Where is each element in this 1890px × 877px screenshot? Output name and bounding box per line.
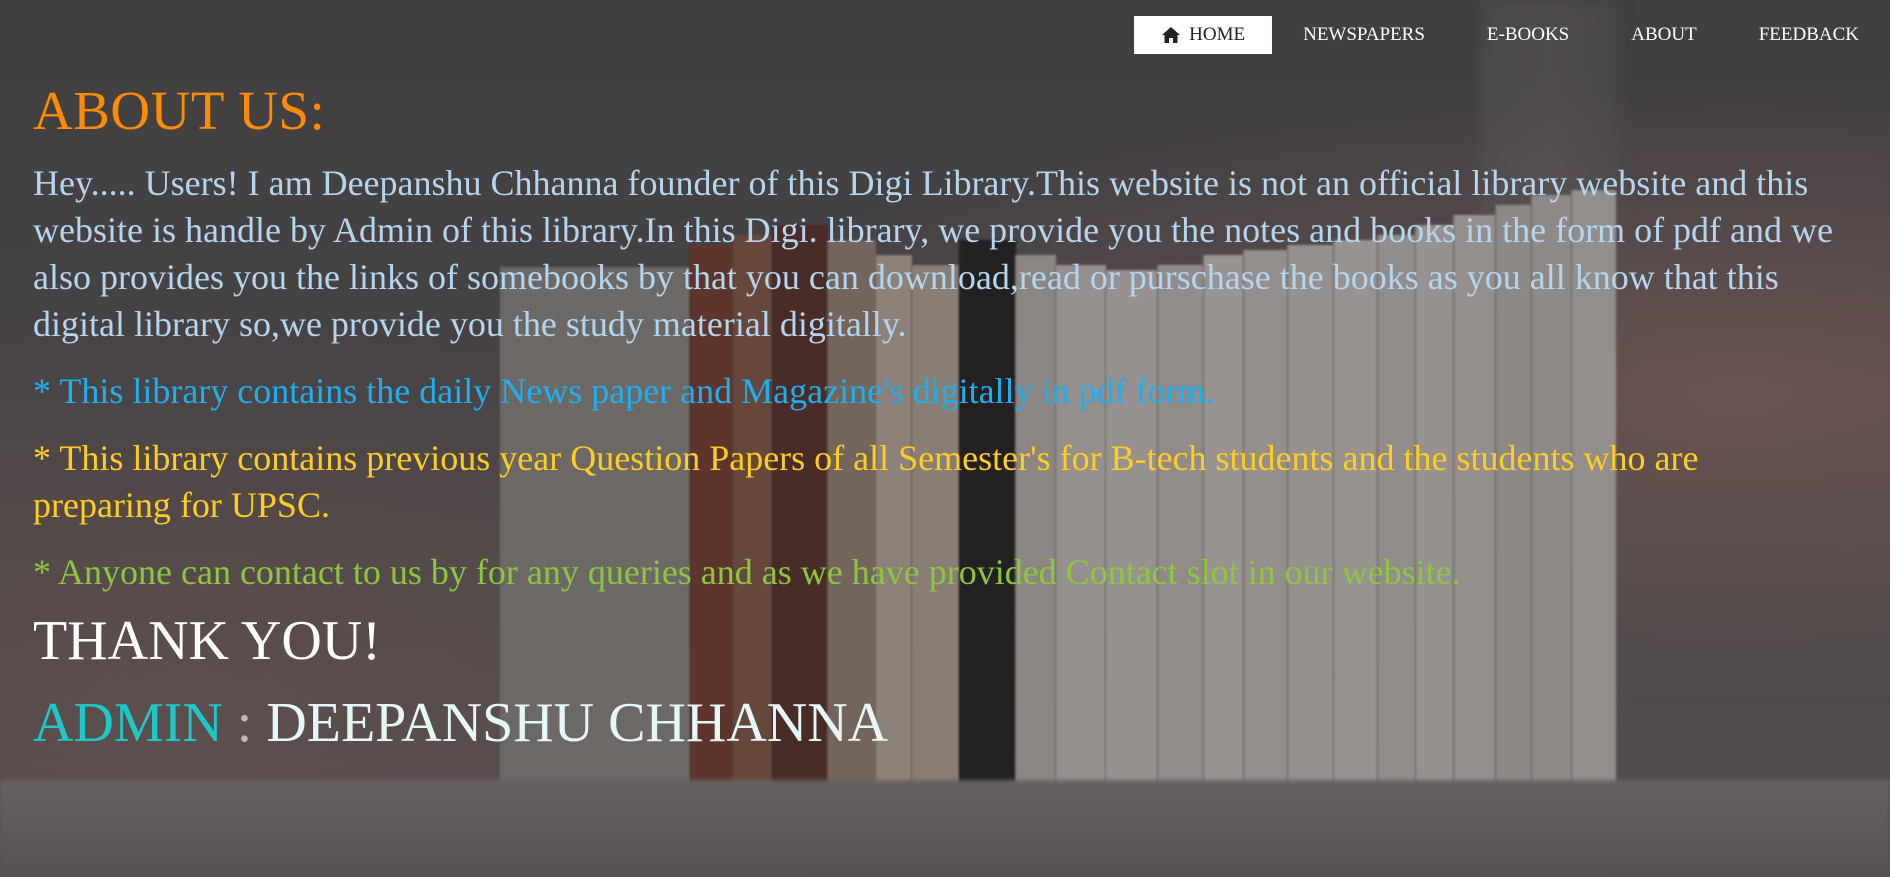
- top-navigation: HOME NEWSPAPERS E-BOOKS ABOUT FEEDBACK: [1134, 16, 1890, 54]
- admin-label: ADMIN: [33, 692, 223, 754]
- nav-feedback-link[interactable]: FEEDBACK: [1728, 16, 1890, 54]
- admin-credit: ADMIN : DEEPANSHU CHHANNA: [33, 690, 1833, 757]
- question-papers-point: * This library contains previous year Qu…: [33, 438, 1699, 525]
- admin-separator: :: [236, 692, 253, 754]
- nav-about-link[interactable]: ABOUT: [1600, 16, 1727, 54]
- nav-home-label: HOME: [1189, 24, 1246, 45]
- home-icon: [1162, 27, 1181, 43]
- nav-ebooks-link[interactable]: E-BOOKS: [1456, 16, 1600, 54]
- intro-paragraph: Hey..... Users! I am Deepanshu Chhanna f…: [33, 163, 1833, 344]
- about-content: ABOUT US: Hey..... Users! I am Deepanshu…: [33, 72, 1833, 757]
- nav-newspapers-link[interactable]: NEWSPAPERS: [1272, 16, 1456, 54]
- contact-point: * Anyone can contact to us by for any qu…: [33, 552, 1461, 592]
- admin-name: DEEPANSHU CHHANNA: [266, 692, 889, 754]
- page-title: ABOUT US:: [33, 80, 326, 141]
- nav-home-link[interactable]: HOME: [1134, 16, 1273, 54]
- nav-about-label: ABOUT: [1631, 24, 1697, 45]
- nav-ebooks-label: E-BOOKS: [1486, 24, 1570, 45]
- nav-newspapers-label: NEWSPAPERS: [1303, 24, 1425, 45]
- thank-you-heading: THANK YOU!: [33, 610, 381, 672]
- news-point: * This library contains the daily News p…: [33, 371, 1215, 411]
- nav-feedback-label: FEEDBACK: [1758, 24, 1859, 45]
